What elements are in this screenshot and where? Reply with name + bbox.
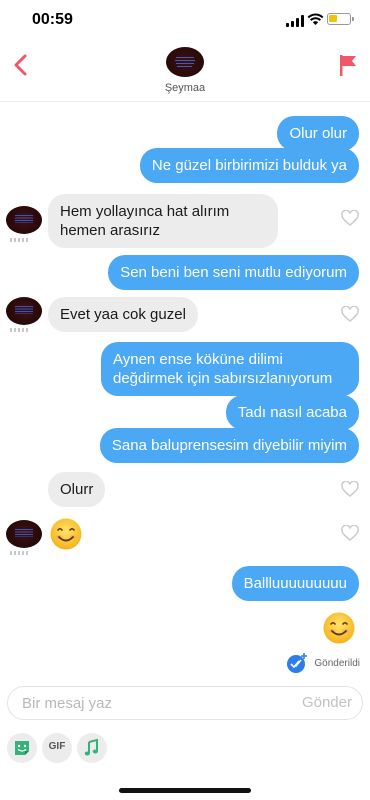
music-button[interactable] — [77, 733, 107, 763]
message-text: Olurr — [60, 481, 94, 498]
delivery-status: Gönderildi — [286, 652, 360, 674]
message-composer: Gönder — [7, 686, 363, 720]
sent-check-icon — [287, 653, 308, 673]
message-text: Hem yollayınca hat alırım hemen arasırız — [60, 203, 230, 239]
heart-icon[interactable] — [341, 210, 359, 226]
message-text: Ne güzel birbirimizi bulduk ya — [151, 157, 347, 174]
message-text: Sen beni ben seni mutlu ediyorum — [120, 264, 347, 281]
gif-icon: GIF — [48, 741, 66, 752]
message-incoming[interactable]: Olurr — [48, 472, 106, 507]
avatar-caption — [10, 551, 28, 555]
signal-icon — [286, 15, 304, 27]
back-chevron-icon[interactable] — [10, 52, 32, 78]
message-text: Sana baluprensesim diyebilir miyim — [111, 437, 347, 454]
battery-icon — [327, 13, 354, 25]
sender-avatar[interactable] — [6, 520, 42, 548]
sticker-icon — [15, 741, 29, 755]
send-button[interactable]: Gönder — [302, 694, 352, 711]
sender-avatar[interactable] — [6, 206, 42, 234]
message-text: Evet yaa cok guzel — [60, 306, 186, 323]
chat-header: Şeymaa — [0, 40, 370, 102]
message-outgoing[interactable]: Olur olur — [277, 116, 359, 151]
message-outgoing[interactable]: Sen beni ben seni mutlu ediyorum — [108, 255, 359, 290]
status-time: 00:59 — [32, 11, 73, 28]
message-outgoing[interactable]: Ne güzel birbirimizi bulduk ya — [139, 148, 359, 183]
contact-avatar[interactable] — [166, 47, 204, 77]
message-incoming[interactable]: Hem yollayınca hat alırım hemen arasırız — [48, 194, 278, 248]
heart-icon[interactable] — [341, 525, 359, 541]
message-outgoing[interactable]: Aynen ense köküne dilimi değdirmek için … — [101, 342, 359, 396]
message-input[interactable] — [22, 687, 272, 719]
music-icon — [84, 738, 98, 756]
avatar-caption — [10, 328, 28, 332]
message-incoming[interactable]: Evet yaa cok guzel — [48, 297, 198, 332]
sticker-button[interactable] — [7, 733, 37, 763]
sender-avatar[interactable] — [6, 297, 42, 325]
contact-name[interactable]: Şeymaa — [0, 82, 370, 94]
status-bar: 00:59 — [0, 0, 370, 40]
sent-label: Gönderildi — [314, 657, 360, 669]
message-outgoing[interactable]: Sana baluprensesim diyebilir miyim — [99, 428, 359, 463]
wifi-icon — [307, 13, 324, 25]
smiling-face-emoji[interactable] — [49, 517, 83, 551]
heart-icon[interactable] — [341, 481, 359, 497]
message-outgoing[interactable]: Ballluuuuuuuuu — [231, 566, 359, 601]
message-text: Aynen ense köküne dilimi değdirmek için … — [113, 351, 333, 387]
heart-icon[interactable] — [341, 306, 359, 322]
home-indicator[interactable] — [119, 788, 251, 793]
smiling-face-emoji[interactable] — [322, 611, 356, 645]
avatar-caption — [10, 238, 28, 242]
message-text: Ballluuuuuuuuu — [243, 575, 347, 592]
message-text: Olur olur — [289, 125, 347, 142]
message-text: Tadı nasıl acaba — [237, 404, 347, 421]
gif-button[interactable]: GIF — [42, 733, 72, 763]
message-outgoing[interactable]: Tadı nasıl acaba — [225, 395, 359, 430]
flag-icon[interactable] — [338, 53, 358, 77]
